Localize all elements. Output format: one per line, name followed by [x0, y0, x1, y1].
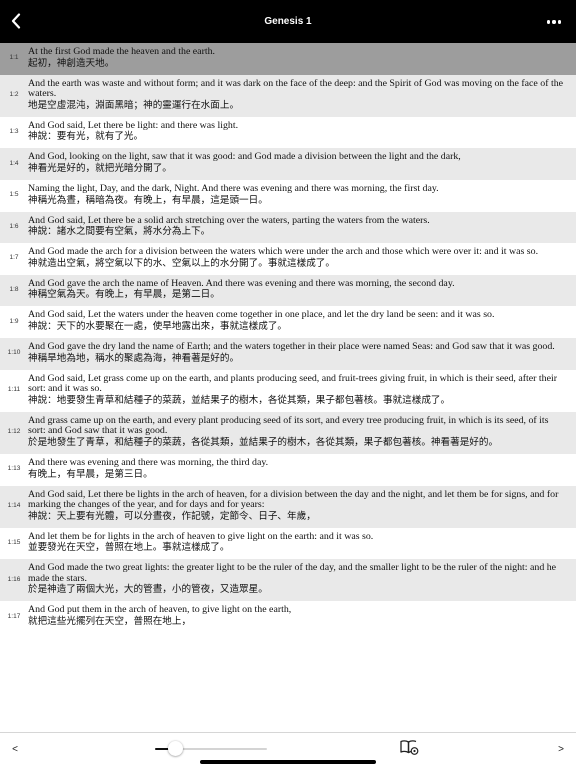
book-settings-button[interactable]: [399, 738, 419, 756]
verse-row[interactable]: 1:7 And God made the arch for a division …: [0, 243, 576, 275]
verse-text: And God gave the arch the name of Heaven…: [28, 277, 568, 301]
book-settings-icon: [400, 740, 419, 755]
verse-text: And grass came up on the earth, and ever…: [28, 414, 568, 448]
verse-row[interactable]: 1:6 And God said, Let there be a solid ar…: [0, 211, 576, 244]
more-dot: [552, 20, 556, 24]
verse-text: And God said, Let the waters under the h…: [28, 310, 568, 332]
more-button[interactable]: [544, 14, 564, 30]
verse-text-chinese: 於是地發生了青草，和結種子的菜蔬，各從其類，並結果子的樹木，各從其類，果子都包著…: [28, 436, 499, 448]
verse-number: 1:6: [9, 222, 19, 230]
verse-text: And let them be for lights in the arch o…: [28, 530, 568, 554]
page-title: Genesis 1: [264, 16, 312, 27]
verse-row[interactable]: 1:1 At the first God made the heaven and …: [0, 43, 576, 75]
verse-number: 1:9: [9, 317, 19, 325]
verse-row[interactable]: 1:15 And let them be for lights in the ar…: [0, 527, 576, 560]
next-chapter-button[interactable]: >: [554, 739, 568, 759]
previous-chapter-button[interactable]: <: [8, 739, 22, 759]
verse-list[interactable]: 1:1 At the first God made the heaven and …: [0, 43, 576, 732]
more-dot: [557, 20, 562, 24]
verse-text-chinese: 神說：天下的水要聚在一處，使旱地露出來，事就這樣成了。: [28, 320, 288, 332]
verse-number: 1:17: [7, 612, 21, 620]
verse-text: And God made the arch for a division bet…: [28, 247, 568, 269]
verse-text-chinese: 神說：地要發生青草和結種子的菜蔬，並結果子的樹木，各從其類，果子都包著核。事就這…: [28, 394, 451, 406]
verse-number: 1:2: [9, 91, 19, 99]
verse-text-chinese: 神稱光為晝，稱暗為夜。有晚上，有早晨，這是頭一日。: [28, 194, 268, 206]
verse-row[interactable]: 1:17 And God put them in the arch of heav…: [0, 601, 576, 634]
verse-number: 1:14: [7, 502, 21, 510]
verse-text-chinese: 神稱空氣為天。有晚上，有早晨，是第二日。: [28, 289, 220, 301]
verse-text: And God gave the dry land the name of Ea…: [28, 340, 568, 364]
verse-row[interactable]: 1:4 And God, looking on the light, saw th…: [0, 148, 576, 180]
verse-text-english: And there was evening and there was morn…: [28, 456, 269, 468]
verse-number: 1:12: [7, 428, 21, 436]
verse-text: And there was evening and there was morn…: [28, 456, 568, 480]
verse-number: 1:13: [7, 465, 21, 473]
verse-row[interactable]: 1:9 And God said, Let the waters under th…: [0, 306, 576, 338]
verse-number: 1:16: [7, 575, 21, 583]
verse-text-chinese: 起初，神創造天地。: [28, 57, 115, 69]
verse-text-chinese: 神說：天上要有光體，可以分晝夜，作記號，定節令、日子、年歲，: [28, 510, 316, 522]
verse-text-chinese: 神說：諸水之間要有空氣，將水分為上下。: [28, 226, 211, 238]
verse-text: And God put them in the arch of heaven, …: [28, 605, 568, 627]
verse-text-chinese: 神看光是好的，就把光暗分開了。: [28, 162, 172, 174]
more-horizontal-icon: [546, 20, 551, 24]
verse-text-english: And God made the two great lights: the g…: [28, 562, 557, 584]
verse-text-english: And God put them in the arch of heaven, …: [28, 604, 292, 616]
verse-row[interactable]: 1:8 And God gave the arch the name of Hea…: [0, 274, 576, 307]
verse-text-english: And God made the arch for a division bet…: [28, 246, 539, 258]
verse-text: And God said, Let there be a solid arch …: [28, 214, 568, 238]
verse-row[interactable]: 1:14 And God said, Let there be lights in…: [0, 485, 576, 528]
verse-text-english: And the earth was waste and without form…: [28, 77, 564, 100]
verse-row[interactable]: 1:13 And there was evening and there was …: [0, 453, 576, 486]
verse-number: 1:4: [9, 159, 19, 167]
home-indicator: [200, 760, 376, 764]
verse-text-english: Naming the light, Day, and the dark, Nig…: [28, 182, 439, 194]
verse-row[interactable]: 1:10 And God gave the dry land the name o…: [0, 337, 576, 370]
verse-number: 1:11: [7, 386, 21, 394]
verse-number: 1:10: [7, 349, 21, 357]
verse-number: 1:5: [9, 191, 19, 199]
verse-row[interactable]: 1:16 And God made the two great lights: t…: [0, 559, 576, 602]
verse-text-chinese: 神就造出空氣，將空氣以下的水、空氣以上的水分開了。事就這樣成了。: [28, 257, 335, 269]
verse-row[interactable]: 1:3 And God said, Let there be light: and…: [0, 116, 576, 149]
verse-text-english: And grass came up on the earth, and ever…: [28, 414, 549, 437]
verse-text-chinese: 有晚上，有早晨，是第三日。: [28, 468, 153, 480]
verse-text: And God said, Let there be lights in the…: [28, 488, 568, 522]
verse-text-chinese: 神稱旱地為地，稱水的聚處為海，神看著是好的。: [28, 352, 240, 364]
verse-text: And God said, Let grass come up on the e…: [28, 372, 568, 406]
verse-text-english: And God said, Let there be a solid arch …: [28, 214, 430, 226]
font-size-slider[interactable]: [155, 741, 267, 757]
verse-row[interactable]: 1:2 And the earth was waste and without f…: [0, 74, 576, 117]
verse-text: And God, looking on the light, saw that …: [28, 152, 568, 174]
verse-row[interactable]: 1:5 Naming the light, Day, and the dark, …: [0, 179, 576, 212]
verse-text-chinese: 並要發光在天空，普照在地上。事就這樣成了。: [28, 542, 230, 554]
verse-row[interactable]: 1:11 And God said, Let grass come up on t…: [0, 369, 576, 412]
verse-text-chinese: 於是神造了兩個大光，大的管晝，小的管夜，又造眾星。: [28, 584, 268, 596]
verse-text-english: And God said, Let there be lights in the…: [28, 488, 559, 511]
slider-knob[interactable]: [168, 741, 184, 756]
verse-text-english: And God gave the arch the name of Heaven…: [28, 277, 455, 289]
verse-text: And God made the two great lights: the g…: [28, 562, 568, 596]
verse-text-english: And God said, Let there be light: and th…: [28, 119, 239, 131]
verse-text: At the first God made the heaven and the…: [28, 46, 568, 69]
verse-text-english: And God said, Let grass come up on the e…: [28, 372, 557, 395]
verse-number: 1:1: [9, 54, 19, 62]
verse-text: And God said, Let there be light: and th…: [28, 119, 568, 143]
verse-number: 1:7: [9, 254, 19, 262]
verse-text-chinese: 神說：要有光，就有了光。: [28, 131, 144, 143]
verse-text-english: And God gave the dry land the name of Ea…: [28, 340, 555, 352]
verse-text-english: At the first God made the heaven and the…: [28, 46, 216, 57]
verse-text-english: And God said, Let the waters under the h…: [28, 309, 495, 321]
verse-number: 1:3: [9, 128, 19, 136]
navigation-bar: Genesis 1: [0, 0, 576, 43]
verse-row[interactable]: 1:12 And grass came up on the earth, and …: [0, 411, 576, 454]
verse-text: And the earth was waste and without form…: [28, 77, 568, 111]
verse-number: 1:15: [7, 538, 21, 546]
verse-text-chinese: 就把這些光擺列在天空，普照在地上，: [28, 616, 192, 628]
verse-text-english: And God, looking on the light, saw that …: [28, 151, 461, 163]
verse-text: Naming the light, Day, and the dark, Nig…: [28, 182, 568, 206]
verse-text-chinese: 地是空虛混沌，淵面黑暗；神的靈運行在水面上。: [28, 99, 240, 111]
verse-number: 1:8: [9, 286, 19, 294]
verse-text-english: And let them be for lights in the arch o…: [28, 530, 374, 542]
